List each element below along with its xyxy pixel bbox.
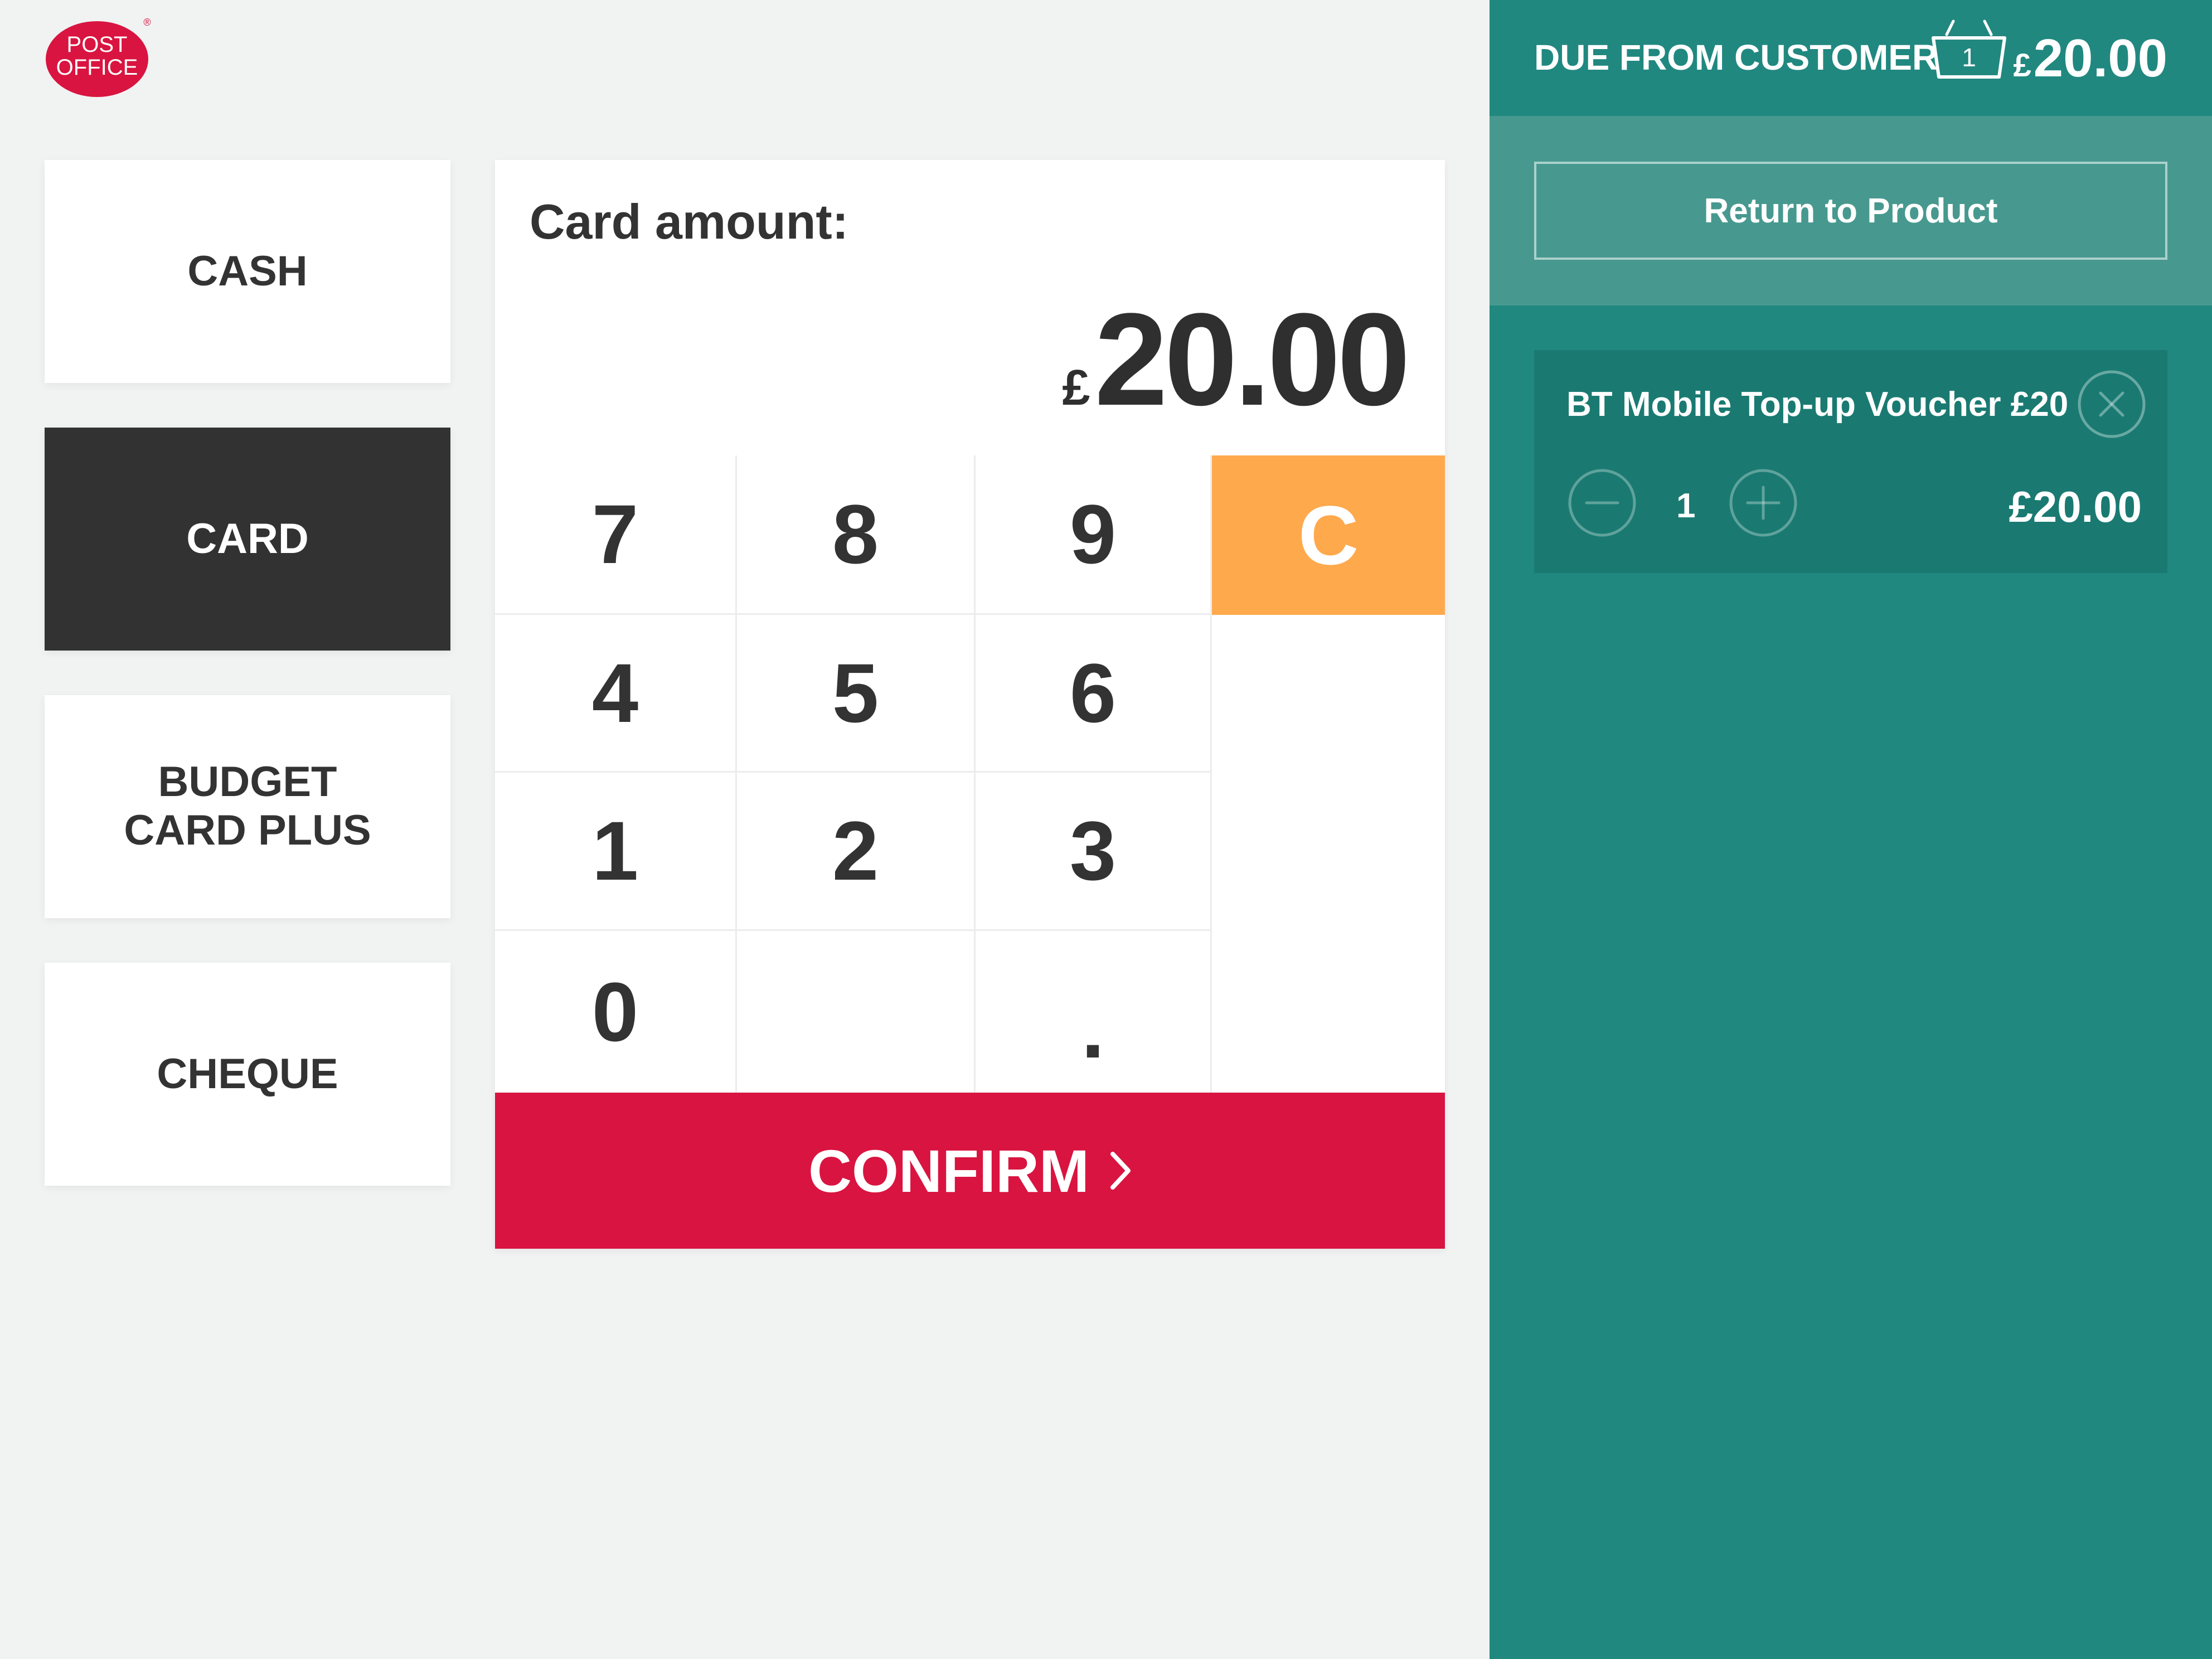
registered-mark: ® <box>143 17 151 28</box>
payment-method-cheque[interactable]: CHEQUE <box>45 963 450 1186</box>
return-to-product-button[interactable]: Return to Product <box>1534 162 2167 260</box>
basket-count: 1 <box>1962 43 1976 72</box>
item-price: £20.00 <box>2009 482 2142 531</box>
basket-item-name: BT Mobile Top-up Voucher £20 <box>1566 385 2069 424</box>
chevron-right-icon <box>1109 1151 1132 1191</box>
item-quantity: 1 <box>1676 487 1696 525</box>
basket-sidebar: DUE FROM CUSTOMER 1 £ 20.00 Return to Pr… <box>1490 0 2212 1659</box>
key-decimal-point[interactable]: . <box>976 931 1212 1093</box>
decrease-quantity-icon[interactable] <box>1566 467 1638 539</box>
key-5[interactable]: 5 <box>737 615 976 773</box>
remove-item-icon[interactable] <box>2076 368 2147 440</box>
key-4[interactable]: 4 <box>495 615 737 773</box>
key-2[interactable]: 2 <box>737 773 976 931</box>
amount-number: 20.00 <box>1094 286 1410 433</box>
amount-currency-symbol: £ <box>1062 360 1090 416</box>
key-clear[interactable]: C <box>1212 455 1445 615</box>
key-8[interactable]: 8 <box>737 455 976 615</box>
key-7[interactable]: 7 <box>495 455 737 615</box>
due-from-customer-label: DUE FROM CUSTOMER <box>1534 37 1938 77</box>
post-office-logo: POST OFFICE ® <box>45 17 153 98</box>
increase-quantity-icon[interactable] <box>1728 467 1799 539</box>
basket-item: BT Mobile Top-up Voucher £20 1 £20.00 <box>1534 350 2167 573</box>
due-amount-value: 20.00 <box>2033 28 2167 88</box>
confirm-label: CONFIRM <box>808 1137 1089 1205</box>
key-3[interactable]: 3 <box>976 773 1212 931</box>
key-9[interactable]: 9 <box>976 455 1212 615</box>
due-amount: £ 20.00 <box>2014 28 2168 89</box>
due-header: DUE FROM CUSTOMER 1 £ 20.00 <box>1490 0 2212 116</box>
key-blank <box>737 931 976 1093</box>
key-1[interactable]: 1 <box>495 773 737 931</box>
logo-text-line2: OFFICE <box>56 55 138 80</box>
confirm-button[interactable]: CONFIRM <box>495 1093 1445 1249</box>
return-band: Return to Product <box>1490 116 2212 305</box>
key-0[interactable]: 0 <box>495 931 737 1093</box>
payment-method-card[interactable]: CARD <box>45 428 450 651</box>
amount-label: Card amount: <box>530 194 848 249</box>
payment-method-budget-card-plus[interactable]: BUDGET CARD PLUS <box>45 695 450 918</box>
payment-screen: POST OFFICE ® CASH CARD BUDGET CARD PLUS… <box>0 0 2212 1659</box>
payment-method-cash[interactable]: CASH <box>45 160 450 383</box>
amount-value: £ 20.00 <box>1062 286 1410 433</box>
logo-text-line1: POST <box>67 32 128 57</box>
amount-entry-panel: Card amount: £ 20.00 7 8 9 C 4 5 6 1 2 3… <box>495 160 1445 1249</box>
key-6[interactable]: 6 <box>976 615 1212 773</box>
basket-icon[interactable]: 1 <box>1930 16 2008 83</box>
due-currency-symbol: £ <box>2013 47 2031 84</box>
amount-display: Card amount: £ 20.00 <box>495 160 1445 455</box>
